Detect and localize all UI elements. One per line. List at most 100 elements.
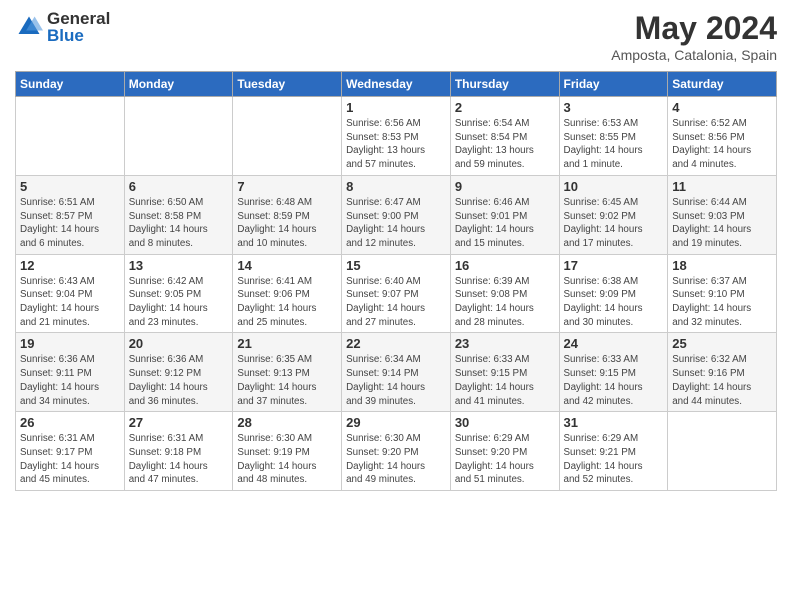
weekday-header-cell: Friday bbox=[559, 72, 668, 97]
calendar-cell: 23 Sunrise: 6:33 AMSunset: 9:15 PMDayligh… bbox=[450, 333, 559, 412]
calendar-cell: 28 Sunrise: 6:30 AMSunset: 9:19 PMDayligh… bbox=[233, 412, 342, 491]
calendar-cell: 24 Sunrise: 6:33 AMSunset: 9:15 PMDayligh… bbox=[559, 333, 668, 412]
calendar-cell: 10 Sunrise: 6:45 AMSunset: 9:02 PMDayligh… bbox=[559, 175, 668, 254]
day-info: Sunrise: 6:38 AMSunset: 9:09 PMDaylight:… bbox=[564, 275, 664, 330]
calendar-cell: 4Sunrise: 6:52 AMSunset: 8:56 PMDaylight… bbox=[668, 97, 777, 176]
day-number: 1 bbox=[346, 100, 446, 115]
weekday-header-cell: Wednesday bbox=[342, 72, 451, 97]
day-number: 31 bbox=[564, 415, 664, 430]
calendar-cell: 7 Sunrise: 6:48 AMSunset: 8:59 PMDaylight… bbox=[233, 175, 342, 254]
day-number: 18 bbox=[672, 258, 772, 273]
day-info: Sunrise: 6:56 AMSunset: 8:53 PMDaylight:… bbox=[346, 117, 446, 172]
day-number: 2 bbox=[455, 100, 555, 115]
day-info: Sunrise: 6:46 AMSunset: 9:01 PMDaylight:… bbox=[455, 196, 555, 251]
calendar-table: SundayMondayTuesdayWednesdayThursdayFrid… bbox=[15, 71, 777, 491]
weekday-header-row: SundayMondayTuesdayWednesdayThursdayFrid… bbox=[16, 72, 777, 97]
day-number: 24 bbox=[564, 336, 664, 351]
day-info: Sunrise: 6:43 AMSunset: 9:04 PMDaylight:… bbox=[20, 275, 120, 330]
day-info: Sunrise: 6:44 AMSunset: 9:03 PMDaylight:… bbox=[672, 196, 772, 251]
day-number: 9 bbox=[455, 179, 555, 194]
calendar-cell: 5 Sunrise: 6:51 AMSunset: 8:57 PMDaylight… bbox=[16, 175, 125, 254]
day-number: 13 bbox=[129, 258, 229, 273]
day-number: 8 bbox=[346, 179, 446, 194]
day-info: Sunrise: 6:33 AMSunset: 9:15 PMDaylight:… bbox=[455, 353, 555, 408]
calendar-cell: 26 Sunrise: 6:31 AMSunset: 9:17 PMDayligh… bbox=[16, 412, 125, 491]
calendar-cell bbox=[233, 97, 342, 176]
day-number: 5 bbox=[20, 179, 120, 194]
day-info: Sunrise: 6:48 AMSunset: 8:59 PMDaylight:… bbox=[237, 196, 337, 251]
day-info: Sunrise: 6:30 AMSunset: 9:20 PMDaylight:… bbox=[346, 432, 446, 487]
day-info: Sunrise: 6:35 AMSunset: 9:13 PMDaylight:… bbox=[237, 353, 337, 408]
day-number: 19 bbox=[20, 336, 120, 351]
month-year-title: May 2024 bbox=[611, 10, 777, 47]
day-number: 3 bbox=[564, 100, 664, 115]
calendar-cell: 12 Sunrise: 6:43 AMSunset: 9:04 PMDayligh… bbox=[16, 254, 125, 333]
day-info: Sunrise: 6:53 AMSunset: 8:55 PMDaylight:… bbox=[564, 117, 664, 172]
day-number: 12 bbox=[20, 258, 120, 273]
day-info: Sunrise: 6:33 AMSunset: 9:15 PMDaylight:… bbox=[564, 353, 664, 408]
day-info: Sunrise: 6:39 AMSunset: 9:08 PMDaylight:… bbox=[455, 275, 555, 330]
day-number: 15 bbox=[346, 258, 446, 273]
calendar-cell: 1 Sunrise: 6:56 AMSunset: 8:53 PMDaylight… bbox=[342, 97, 451, 176]
calendar-cell bbox=[124, 97, 233, 176]
weekday-header-cell: Sunday bbox=[16, 72, 125, 97]
day-info: Sunrise: 6:31 AMSunset: 9:17 PMDaylight:… bbox=[20, 432, 120, 487]
weekday-header-cell: Thursday bbox=[450, 72, 559, 97]
day-info: Sunrise: 6:51 AMSunset: 8:57 PMDaylight:… bbox=[20, 196, 120, 251]
day-info: Sunrise: 6:29 AMSunset: 9:21 PMDaylight:… bbox=[564, 432, 664, 487]
day-number: 26 bbox=[20, 415, 120, 430]
day-number: 14 bbox=[237, 258, 337, 273]
day-number: 23 bbox=[455, 336, 555, 351]
calendar-cell: 30 Sunrise: 6:29 AMSunset: 9:20 PMDayligh… bbox=[450, 412, 559, 491]
day-number: 16 bbox=[455, 258, 555, 273]
day-info: Sunrise: 6:37 AMSunset: 9:10 PMDaylight:… bbox=[672, 275, 772, 330]
day-info: Sunrise: 6:45 AMSunset: 9:02 PMDaylight:… bbox=[564, 196, 664, 251]
day-number: 28 bbox=[237, 415, 337, 430]
calendar-cell: 17 Sunrise: 6:38 AMSunset: 9:09 PMDayligh… bbox=[559, 254, 668, 333]
calendar-week-row: 5 Sunrise: 6:51 AMSunset: 8:57 PMDaylight… bbox=[16, 175, 777, 254]
day-number: 4 bbox=[672, 100, 772, 115]
weekday-header-cell: Saturday bbox=[668, 72, 777, 97]
calendar-cell bbox=[16, 97, 125, 176]
calendar-cell: 22Sunrise: 6:34 AMSunset: 9:14 PMDayligh… bbox=[342, 333, 451, 412]
day-number: 7 bbox=[237, 179, 337, 194]
calendar-week-row: 1 Sunrise: 6:56 AMSunset: 8:53 PMDaylight… bbox=[16, 97, 777, 176]
calendar-cell: 9 Sunrise: 6:46 AMSunset: 9:01 PMDaylight… bbox=[450, 175, 559, 254]
calendar-cell: 21 Sunrise: 6:35 AMSunset: 9:13 PMDayligh… bbox=[233, 333, 342, 412]
calendar-cell bbox=[668, 412, 777, 491]
day-info: Sunrise: 6:30 AMSunset: 9:19 PMDaylight:… bbox=[237, 432, 337, 487]
weekday-header-cell: Monday bbox=[124, 72, 233, 97]
calendar-cell: 29 Sunrise: 6:30 AMSunset: 9:20 PMDayligh… bbox=[342, 412, 451, 491]
calendar-body: 1 Sunrise: 6:56 AMSunset: 8:53 PMDaylight… bbox=[16, 97, 777, 491]
day-number: 10 bbox=[564, 179, 664, 194]
calendar-cell: 6 Sunrise: 6:50 AMSunset: 8:58 PMDaylight… bbox=[124, 175, 233, 254]
day-info: Sunrise: 6:31 AMSunset: 9:18 PMDaylight:… bbox=[129, 432, 229, 487]
day-number: 11 bbox=[672, 179, 772, 194]
calendar-cell: 2 Sunrise: 6:54 AMSunset: 8:54 PMDaylight… bbox=[450, 97, 559, 176]
day-info: Sunrise: 6:36 AMSunset: 9:11 PMDaylight:… bbox=[20, 353, 120, 408]
day-number: 17 bbox=[564, 258, 664, 273]
logo-icon bbox=[15, 13, 43, 41]
day-info: Sunrise: 6:32 AMSunset: 9:16 PMDaylight:… bbox=[672, 353, 772, 408]
day-number: 29 bbox=[346, 415, 446, 430]
calendar-cell: 19 Sunrise: 6:36 AMSunset: 9:11 PMDayligh… bbox=[16, 333, 125, 412]
day-number: 6 bbox=[129, 179, 229, 194]
calendar-cell: 20Sunrise: 6:36 AMSunset: 9:12 PMDayligh… bbox=[124, 333, 233, 412]
calendar-cell: 25Sunrise: 6:32 AMSunset: 9:16 PMDayligh… bbox=[668, 333, 777, 412]
day-info: Sunrise: 6:50 AMSunset: 8:58 PMDaylight:… bbox=[129, 196, 229, 251]
day-info: Sunrise: 6:40 AMSunset: 9:07 PMDaylight:… bbox=[346, 275, 446, 330]
day-number: 27 bbox=[129, 415, 229, 430]
calendar-cell: 11 Sunrise: 6:44 AMSunset: 9:03 PMDayligh… bbox=[668, 175, 777, 254]
calendar-cell: 27 Sunrise: 6:31 AMSunset: 9:18 PMDayligh… bbox=[124, 412, 233, 491]
day-info: Sunrise: 6:47 AMSunset: 9:00 PMDaylight:… bbox=[346, 196, 446, 251]
weekday-header-cell: Tuesday bbox=[233, 72, 342, 97]
day-number: 21 bbox=[237, 336, 337, 351]
day-number: 20 bbox=[129, 336, 229, 351]
calendar-cell: 31 Sunrise: 6:29 AMSunset: 9:21 PMDayligh… bbox=[559, 412, 668, 491]
title-block: May 2024 Amposta, Catalonia, Spain bbox=[611, 10, 777, 63]
calendar-cell: 3 Sunrise: 6:53 AMSunset: 8:55 PMDaylight… bbox=[559, 97, 668, 176]
day-number: 30 bbox=[455, 415, 555, 430]
day-info: Sunrise: 6:29 AMSunset: 9:20 PMDaylight:… bbox=[455, 432, 555, 487]
day-info: Sunrise: 6:54 AMSunset: 8:54 PMDaylight:… bbox=[455, 117, 555, 172]
calendar-cell: 15 Sunrise: 6:40 AMSunset: 9:07 PMDayligh… bbox=[342, 254, 451, 333]
